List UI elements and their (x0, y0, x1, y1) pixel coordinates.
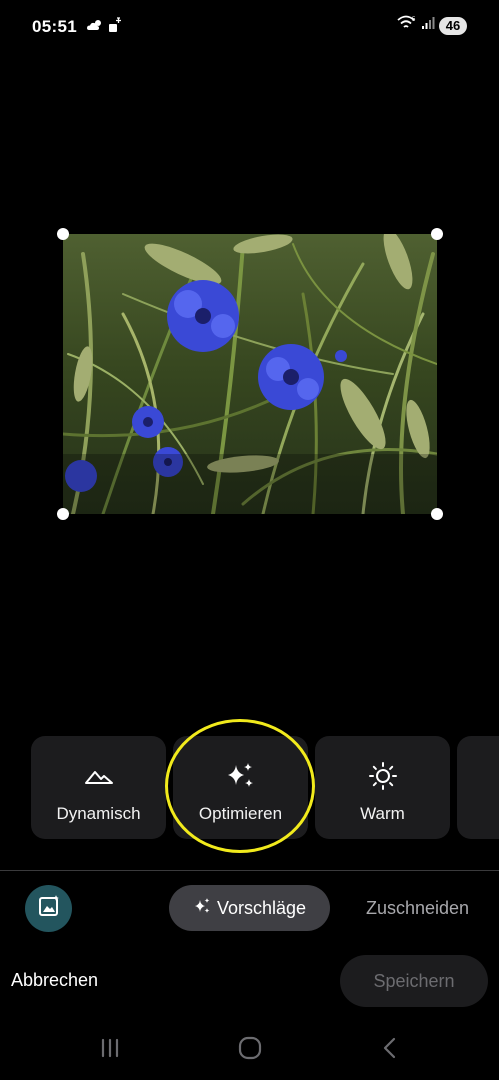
sparkle-icon (225, 762, 257, 790)
filter-optimieren-label: Optimieren (198, 804, 283, 823)
photo-preview[interactable] (57, 228, 443, 520)
battery-indicator: 46 (439, 16, 467, 35)
filter-dynamisch-button[interactable]: Dynamisch (31, 736, 166, 839)
gallery-button[interactable] (25, 885, 72, 932)
back-icon[interactable] (378, 1036, 402, 1060)
home-icon[interactable] (238, 1036, 262, 1060)
data-saver-icon (108, 17, 122, 38)
crop-handle-top-left[interactable] (57, 228, 69, 240)
svg-text:5: 5 (412, 17, 416, 23)
status-time: 05:51 (32, 17, 77, 36)
filter-next-card[interactable] (457, 736, 499, 839)
wifi-icon: 5 (397, 15, 417, 36)
navigation-bar (0, 1028, 499, 1070)
save-button[interactable]: Speichern (340, 955, 488, 1007)
divider (0, 870, 499, 871)
filter-optimieren-button[interactable]: Optimieren (173, 736, 308, 839)
cornflower-photo (63, 234, 437, 514)
status-notification-icons (86, 17, 122, 38)
filter-suggestions-row[interactable]: Dynamisch Optimieren Warm (0, 736, 499, 839)
cancel-button[interactable]: Abbrechen (11, 970, 98, 991)
signal-icon (421, 16, 435, 35)
crop-handle-bottom-left[interactable] (57, 508, 69, 520)
sun-icon (368, 762, 398, 790)
weather-cloud-icon (86, 18, 104, 37)
tab-suggestions-label: Vorschläge (216, 897, 307, 918)
status-bar: 05:51 5 46 (0, 0, 499, 54)
status-right-icons: 5 46 (397, 15, 467, 36)
filter-warm-label: Warm (360, 804, 405, 823)
crop-handle-bottom-right[interactable] (431, 508, 443, 520)
filter-warm-button[interactable]: Warm (315, 736, 450, 839)
editor-tabs-row: Vorschläge Zuschneiden (0, 884, 499, 932)
recent-apps-icon[interactable] (98, 1036, 122, 1060)
image-sparkle-icon (37, 894, 61, 923)
sparkle-icon (193, 897, 211, 920)
filter-dynamisch-label: Dynamisch (56, 804, 141, 823)
tab-crop[interactable]: Zuschneiden (366, 898, 469, 919)
tab-suggestions[interactable]: Vorschläge (169, 885, 330, 931)
mountain-icon (84, 762, 114, 790)
crop-handle-top-right[interactable] (431, 228, 443, 240)
